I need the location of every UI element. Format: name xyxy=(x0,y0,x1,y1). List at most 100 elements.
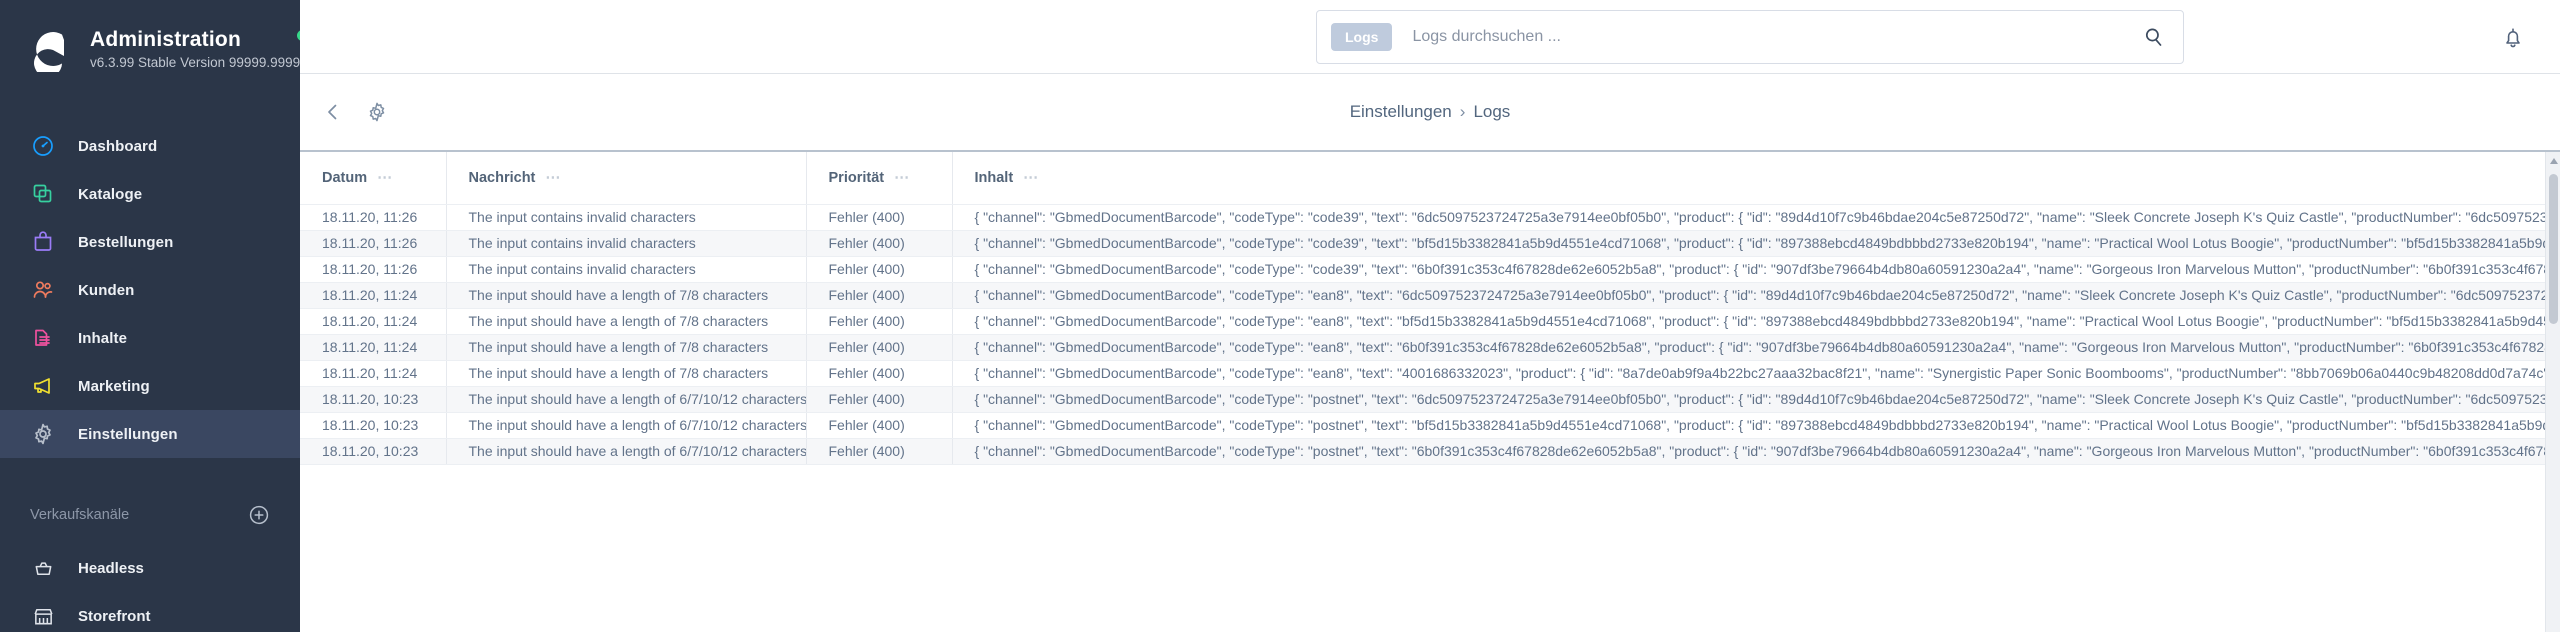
cell-message: The input should have a length of 6/7/10… xyxy=(446,438,807,465)
column-header-datum[interactable]: Datum ⋯ xyxy=(300,152,447,205)
cell-date: 18.11.20, 11:26 xyxy=(300,230,447,257)
storefront-icon xyxy=(30,603,56,629)
brand-title: Administration xyxy=(90,28,241,51)
sales-channels-list: Headless Storefront xyxy=(0,544,300,632)
sales-channels-title: Verkaufskanäle xyxy=(30,507,130,523)
search-box[interactable]: Logs xyxy=(1316,10,2184,64)
table-row[interactable]: 18.11.20, 11:24 The input should have a l… xyxy=(300,308,2560,335)
cell-date: 18.11.20, 10:23 xyxy=(300,438,447,465)
sales-channel-headless[interactable]: Headless xyxy=(0,544,300,592)
smart-bar: Einstellungen › Logs xyxy=(300,74,2560,152)
table-row[interactable]: 18.11.20, 10:23 The input should have a l… xyxy=(300,438,2560,465)
sidebar-item-kataloge[interactable]: Kataloge xyxy=(0,170,300,218)
sidebar-item-dashboard[interactable]: Dashboard xyxy=(0,122,300,170)
cell-message: The input should have a length of 7/8 ch… xyxy=(446,360,807,387)
cell-message: The input contains invalid characters xyxy=(446,204,807,231)
plus-circle-icon[interactable] xyxy=(248,504,270,526)
cell-content: { "channel": "GbmedDocumentBarcode", "co… xyxy=(952,360,2560,387)
app-root: Administration v6.3.99 Stable Version 99… xyxy=(0,0,2560,632)
sidebar-item-marketing[interactable]: Marketing xyxy=(0,362,300,410)
sidebar-item-label: Dashboard xyxy=(78,137,158,155)
breadcrumb-separator: › xyxy=(1459,102,1466,121)
sidebar-item-label: Einstellungen xyxy=(78,425,178,443)
table-row[interactable]: 18.11.20, 11:26 The input contains invali… xyxy=(300,204,2560,231)
table-header: Datum ⋯ Nachricht ⋯ Priorität ⋯ Inhalt ⋯ xyxy=(300,152,2560,205)
table-row[interactable]: 18.11.20, 11:24 The input should have a l… xyxy=(300,282,2560,309)
column-header-nachricht[interactable]: Nachricht ⋯ xyxy=(446,152,807,205)
sidebar-item-label: Marketing xyxy=(78,377,150,395)
column-menu-icon[interactable]: ⋯ xyxy=(377,170,393,185)
sidebar-item-label: Inhalte xyxy=(78,329,128,347)
cell-date: 18.11.20, 11:26 xyxy=(300,204,447,231)
cell-content: { "channel": "GbmedDocumentBarcode", "co… xyxy=(952,334,2560,361)
cell-content: { "channel": "GbmedDocumentBarcode", "co… xyxy=(952,230,2560,257)
cell-priority: Fehler (400) xyxy=(806,230,953,257)
brand-text: Administration v6.3.99 Stable Version 99… xyxy=(90,24,323,71)
sidebar-item-label: Bestellungen xyxy=(78,233,174,251)
cell-message: The input contains invalid characters xyxy=(446,256,807,283)
dashboard-icon xyxy=(30,133,56,159)
main-area: Logs Logs durchsuchen ... Einstellungen … xyxy=(300,0,2560,632)
chevron-left-icon[interactable] xyxy=(322,101,344,123)
catalog-icon xyxy=(30,181,56,207)
breadcrumb: Einstellungen › Logs xyxy=(300,102,2560,122)
column-header-label: Inhalt xyxy=(974,169,1014,186)
vertical-scrollbar[interactable] xyxy=(2545,152,2560,632)
table-row[interactable]: 18.11.20, 11:26 The input contains invali… xyxy=(300,230,2560,257)
table-row[interactable]: 18.11.20, 10:23 The input should have a l… xyxy=(300,386,2560,413)
sidebar-item-einstellungen[interactable]: Einstellungen xyxy=(0,410,300,458)
search-input[interactable] xyxy=(1412,28,2143,46)
search-icon[interactable] xyxy=(2143,26,2165,48)
main-navigation: Dashboard Kataloge Bestellungen Kunden I… xyxy=(0,122,300,458)
cell-message: The input should have a length of 6/7/10… xyxy=(446,386,807,413)
cell-content: { "channel": "GbmedDocumentBarcode", "co… xyxy=(952,256,2560,283)
column-menu-icon[interactable]: ⋯ xyxy=(894,170,910,185)
search-scope-badge[interactable]: Logs xyxy=(1331,22,1393,52)
cell-priority: Fehler (400) xyxy=(806,256,953,283)
cell-message: The input should have a length of 7/8 ch… xyxy=(446,308,807,335)
brand-header[interactable]: Administration v6.3.99 Stable Version 99… xyxy=(0,0,323,86)
cell-priority: Fehler (400) xyxy=(806,282,953,309)
sales-channel-storefront[interactable]: Storefront xyxy=(0,592,300,632)
cell-priority: Fehler (400) xyxy=(806,308,953,335)
cell-date: 18.11.20, 10:23 xyxy=(300,412,447,439)
table-body: 18.11.20, 11:26 The input contains invali… xyxy=(300,204,2560,465)
column-menu-icon[interactable]: ⋯ xyxy=(545,170,561,185)
cell-message: The input should have a length of 7/8 ch… xyxy=(446,282,807,309)
column-menu-icon[interactable]: ⋯ xyxy=(1023,170,1039,185)
cell-message: The input should have a length of 7/8 ch… xyxy=(446,334,807,361)
cell-priority: Fehler (400) xyxy=(806,412,953,439)
cell-date: 18.11.20, 10:23 xyxy=(300,386,447,413)
cell-content: { "channel": "GbmedDocumentBarcode", "co… xyxy=(952,282,2560,309)
gear-icon[interactable] xyxy=(366,101,388,123)
table-header-row: Datum ⋯ Nachricht ⋯ Priorität ⋯ Inhalt ⋯ xyxy=(300,152,2560,205)
sidebar-item-kunden[interactable]: Kunden xyxy=(0,266,300,314)
table-row[interactable]: 18.11.20, 10:23 The input should have a l… xyxy=(300,412,2560,439)
brand-version: v6.3.99 Stable Version 99999.9999999 xyxy=(90,55,323,71)
customers-icon xyxy=(30,277,56,303)
scrollbar-thumb[interactable] xyxy=(2549,174,2558,324)
sidebar-item-bestellungen[interactable]: Bestellungen xyxy=(0,218,300,266)
cell-message: The input contains invalid characters xyxy=(446,230,807,257)
cell-priority: Fehler (400) xyxy=(806,386,953,413)
table-row[interactable]: 18.11.20, 11:26 The input contains invali… xyxy=(300,256,2560,283)
breadcrumb-current: Logs xyxy=(1473,102,1511,121)
sales-channel-label: Storefront xyxy=(78,607,151,625)
table-row[interactable]: 18.11.20, 11:24 The input should have a l… xyxy=(300,360,2560,387)
top-bar: Logs xyxy=(300,0,2560,74)
cell-priority: Fehler (400) xyxy=(806,204,953,231)
column-header-inhalt[interactable]: Inhalt ⋯ xyxy=(952,152,2560,205)
sales-channel-label: Headless xyxy=(78,559,144,577)
log-table-container: Datum ⋯ Nachricht ⋯ Priorität ⋯ Inhalt ⋯… xyxy=(300,152,2560,632)
smart-bar-actions xyxy=(300,101,388,123)
column-header-label: Datum xyxy=(322,169,368,186)
column-header-label: Priorität xyxy=(828,169,885,186)
sidebar-item-inhalte[interactable]: Inhalte xyxy=(0,314,300,362)
breadcrumb-parent[interactable]: Einstellungen xyxy=(1350,102,1452,121)
column-header-prioritaet[interactable]: Priorität ⋯ xyxy=(806,152,953,205)
table-row[interactable]: 18.11.20, 11:24 The input should have a l… xyxy=(300,334,2560,361)
cell-date: 18.11.20, 11:24 xyxy=(300,334,447,361)
bell-icon[interactable] xyxy=(2500,24,2526,50)
cell-date: 18.11.20, 11:24 xyxy=(300,282,447,309)
scroll-up-arrow-icon[interactable] xyxy=(2549,158,2558,164)
